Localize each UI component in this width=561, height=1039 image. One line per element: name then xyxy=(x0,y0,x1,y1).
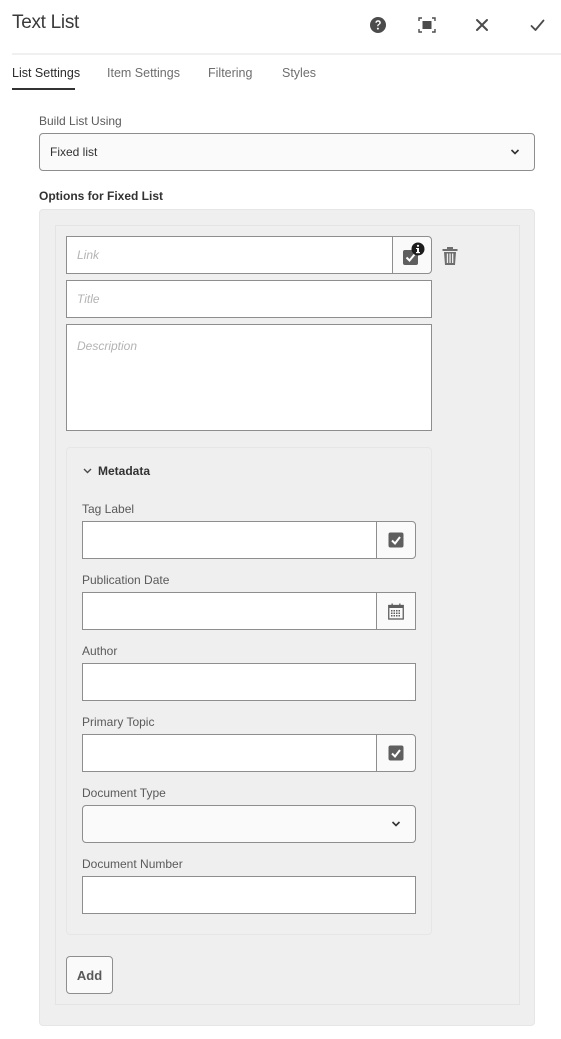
build-list-label: Build List Using xyxy=(39,114,122,128)
tab-styles[interactable]: Styles xyxy=(282,66,316,80)
build-list-select[interactable]: Fixed list xyxy=(39,133,535,171)
cancel-button[interactable] xyxy=(471,14,493,36)
header-divider xyxy=(12,53,561,55)
chevron-down-icon xyxy=(83,468,92,474)
tag-label-input[interactable] xyxy=(82,521,377,559)
title-placeholder: Title xyxy=(77,292,100,306)
document-number-input[interactable] xyxy=(82,876,416,914)
document-type-label: Document Type xyxy=(82,786,166,800)
delete-item-button[interactable] xyxy=(441,246,459,266)
primary-topic-input[interactable] xyxy=(82,734,377,772)
fullscreen-icon xyxy=(418,17,436,33)
chevron-down-icon xyxy=(510,149,520,155)
document-type-select[interactable] xyxy=(82,805,416,843)
author-label: Author xyxy=(82,644,118,658)
checkbox-checked-icon xyxy=(388,745,404,761)
date-picker-button[interactable] xyxy=(376,592,416,630)
tab-list-settings[interactable]: List Settings xyxy=(12,66,80,80)
description-textarea[interactable]: Description xyxy=(66,324,432,431)
tag-label-picker-button[interactable] xyxy=(376,521,416,559)
active-tab-indicator xyxy=(12,88,75,90)
tab-item-settings[interactable]: Item Settings xyxy=(107,66,180,80)
link-picker-button[interactable] xyxy=(392,236,432,274)
tab-filtering[interactable]: Filtering xyxy=(208,66,252,80)
author-input[interactable] xyxy=(82,663,416,701)
chevron-down-icon xyxy=(391,821,401,827)
document-number-label: Document Number xyxy=(82,857,183,871)
close-icon xyxy=(476,19,488,31)
dialog-title: Text List xyxy=(12,12,79,33)
done-button[interactable] xyxy=(526,14,548,36)
primary-topic-label: Primary Topic xyxy=(82,715,155,729)
link-input[interactable]: Link xyxy=(66,236,393,274)
publication-date-input[interactable] xyxy=(82,592,377,630)
checkmark-icon xyxy=(530,19,544,31)
add-item-button[interactable]: Add xyxy=(66,956,113,994)
help-button[interactable] xyxy=(367,14,389,36)
metadata-toggle[interactable]: Metadata xyxy=(83,464,150,478)
dialog-header: Text List xyxy=(0,0,561,55)
trash-icon xyxy=(442,247,458,265)
primary-topic-picker-button[interactable] xyxy=(376,734,416,772)
metadata-label: Metadata xyxy=(98,464,151,478)
help-icon xyxy=(370,17,386,33)
options-label: Options for Fixed List xyxy=(39,189,164,203)
title-input[interactable]: Title xyxy=(66,280,432,318)
fullscreen-button[interactable] xyxy=(416,14,438,36)
build-list-value: Fixed list xyxy=(50,145,98,159)
description-placeholder: Description xyxy=(77,339,138,353)
checkbox-checked-icon xyxy=(403,242,425,265)
publication-date-label: Publication Date xyxy=(82,573,170,587)
link-placeholder: Link xyxy=(77,248,100,262)
calendar-icon xyxy=(388,603,404,620)
checkbox-checked-icon xyxy=(388,532,404,548)
tag-label-label: Tag Label xyxy=(82,502,135,516)
